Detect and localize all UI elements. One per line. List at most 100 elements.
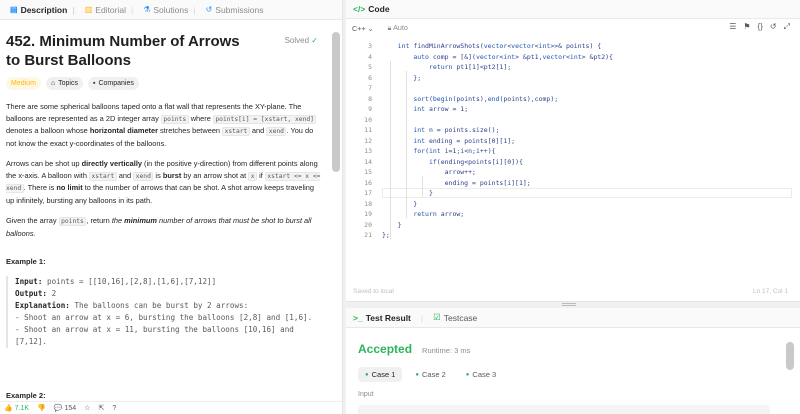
- code-header: </> Code: [346, 0, 800, 19]
- tab-editorial[interactable]: ▥ Editorial |: [80, 0, 139, 20]
- description-scrollbar[interactable]: [332, 32, 340, 172]
- description-paragraph-2: Arrows can be shot up directly verticall…: [6, 159, 321, 205]
- line-number: 6: [368, 73, 372, 82]
- notes-icon[interactable]: ☰: [729, 22, 736, 32]
- tab-submissions[interactable]: ↺ Submissions: [201, 0, 269, 20]
- input-label: Input: [358, 391, 374, 398]
- code-line: arrow++;: [382, 168, 476, 176]
- code-brackets-icon: </>: [353, 4, 366, 14]
- code-panel: </> Code C++ ⌄ 🔒︎ Auto ☰ ⚑ {} ↺ ⤢ 3 int …: [346, 0, 800, 302]
- share-icon[interactable]: ⇱: [98, 404, 104, 412]
- tab-test-result[interactable]: >_ Test Result: [353, 313, 411, 323]
- line-number: 14: [364, 157, 372, 166]
- tab-separator: |: [193, 4, 196, 15]
- description-paragraph-3: Given the array points, return the minim…: [6, 216, 312, 238]
- runtime-label: Runtime: 3 ms: [422, 346, 471, 355]
- problem-chips: Medium ⌂ Topics ▪ Companies: [6, 77, 336, 90]
- line-number: 17: [364, 189, 372, 197]
- dislike-icon[interactable]: 👎: [37, 404, 46, 412]
- flask-icon: ⚗: [143, 5, 151, 14]
- line-number: 7: [368, 84, 372, 92]
- saved-status: Saved to local: [353, 288, 394, 295]
- line-number: 21: [364, 231, 372, 239]
- pass-dot-icon: ●: [415, 371, 420, 378]
- line-number: 16: [364, 178, 372, 187]
- code-line: int ending = points[0][1];: [413, 136, 516, 145]
- code-line: return pt1[1]<pt2[1];: [428, 63, 512, 71]
- case-tab-3[interactable]: ● Case 3: [459, 367, 503, 382]
- indent-guide: [422, 176, 423, 197]
- tab-testcase[interactable]: ☑ Testcase: [433, 312, 477, 323]
- format-braces-icon[interactable]: {}: [758, 22, 763, 32]
- expand-icon[interactable]: ⤢: [784, 22, 790, 32]
- comments-button[interactable]: 💬 154: [54, 404, 76, 412]
- description-content: 452. Minimum Number of Arrows to Burst B…: [0, 20, 342, 348]
- line-number: 10: [364, 115, 372, 124]
- line-number: 13: [364, 147, 372, 155]
- line-number: 9: [368, 105, 372, 113]
- reset-icon[interactable]: ↺: [770, 22, 777, 32]
- cursor-position: Ln 17, Col 1: [752, 288, 788, 295]
- help-icon[interactable]: ?: [112, 405, 116, 412]
- problem-description: There are some spherical balloons taped …: [6, 101, 336, 239]
- code-line: };: [382, 231, 390, 239]
- line-number: 4: [368, 52, 372, 61]
- case-tab-2[interactable]: ● Case 2: [408, 367, 452, 382]
- code-line: for(int i=1;i<n;i++){: [413, 147, 496, 155]
- auto-mode-toggle[interactable]: 🔒︎ Auto: [388, 23, 408, 33]
- star-icon[interactable]: ☆: [84, 404, 90, 412]
- code-line: auto comp = [&](vector<int> &pt1,vector<…: [413, 52, 613, 61]
- description-panel: ▤ Description | ▥ Editorial | ⚗ Solution…: [0, 0, 343, 414]
- test-tab-bar: >_ Test Result | ☑ Testcase: [346, 308, 800, 328]
- difficulty-badge[interactable]: Medium: [6, 77, 41, 90]
- pass-dot-icon: ●: [365, 371, 369, 378]
- problem-title[interactable]: 452. Minimum Number of Arrows to Burst B…: [6, 32, 256, 70]
- case-tabs: ● Case 1 ● Case 2 ● Case 3: [346, 367, 800, 382]
- example-2-title: Example 2:: [6, 391, 46, 400]
- companies-chip[interactable]: ▪ Companies: [87, 77, 139, 90]
- panel-splitter[interactable]: [562, 303, 576, 306]
- accepted-status: Accepted: [358, 342, 413, 356]
- tag-icon: ⌂: [50, 80, 56, 87]
- line-number: 15: [364, 168, 372, 176]
- line-number: 19: [364, 210, 372, 218]
- case-tab-1[interactable]: ● Case 1: [358, 367, 403, 382]
- checkbox-icon: ☑: [433, 312, 441, 322]
- line-number: 18: [364, 199, 372, 208]
- language-select[interactable]: C++ ⌄: [352, 24, 374, 33]
- current-line-highlight: [382, 188, 792, 198]
- editor-toolbar: C++ ⌄ 🔒︎ Auto ☰ ⚑ {} ↺ ⤢: [346, 19, 800, 37]
- problem-footer: 👍 7.1K 👎 💬 154 ☆ ⇱ ?: [0, 401, 342, 414]
- line-number: 5: [368, 63, 372, 71]
- code-line: if(ending<points[i][0]){: [428, 157, 523, 166]
- result-status-row: Accepted Runtime: 3 ms: [346, 342, 800, 356]
- pass-dot-icon: ●: [465, 371, 470, 378]
- test-scrollbar[interactable]: [786, 342, 794, 370]
- line-number: 3: [368, 42, 372, 50]
- lock-icon: ▪: [92, 80, 96, 87]
- line-number: 20: [364, 220, 372, 229]
- document-icon: ▤: [10, 5, 18, 14]
- line-number: 12: [364, 136, 372, 145]
- tab-separator: |: [72, 4, 75, 15]
- solved-badge: Solved ✓: [284, 36, 318, 45]
- lock-icon: 🔒︎: [387, 23, 392, 32]
- tab-solutions[interactable]: ⚗ Solutions |: [138, 0, 200, 20]
- code-line: }: [382, 220, 402, 229]
- indent-guide: [406, 71, 407, 218]
- chevron-down-icon: ⌄: [367, 23, 374, 33]
- code-editor[interactable]: 3 int findMinArrowShots(vector<vector<in…: [346, 40, 800, 248]
- tab-description[interactable]: ▤ Description |: [5, 0, 80, 20]
- topics-chip[interactable]: ⌂ Topics: [45, 77, 83, 90]
- like-button[interactable]: 👍 7.1K: [4, 404, 29, 412]
- code-line: return arrow;: [413, 210, 465, 218]
- toolbar-icons: ☰ ⚑ {} ↺ ⤢: [729, 22, 790, 32]
- check-circle-icon: ✓: [311, 36, 318, 45]
- indent-guide: [390, 60, 391, 239]
- book-icon: ▥: [84, 5, 93, 14]
- bookmark-icon[interactable]: ⚑: [743, 22, 750, 32]
- code-line: int findMinArrowShots(vector<vector<int>…: [397, 42, 602, 50]
- left-tab-bar: ▤ Description | ▥ Editorial | ⚗ Solution…: [0, 0, 342, 20]
- test-result-panel: >_ Test Result | ☑ Testcase Accepted Run…: [346, 308, 800, 414]
- code-line: };: [382, 73, 422, 82]
